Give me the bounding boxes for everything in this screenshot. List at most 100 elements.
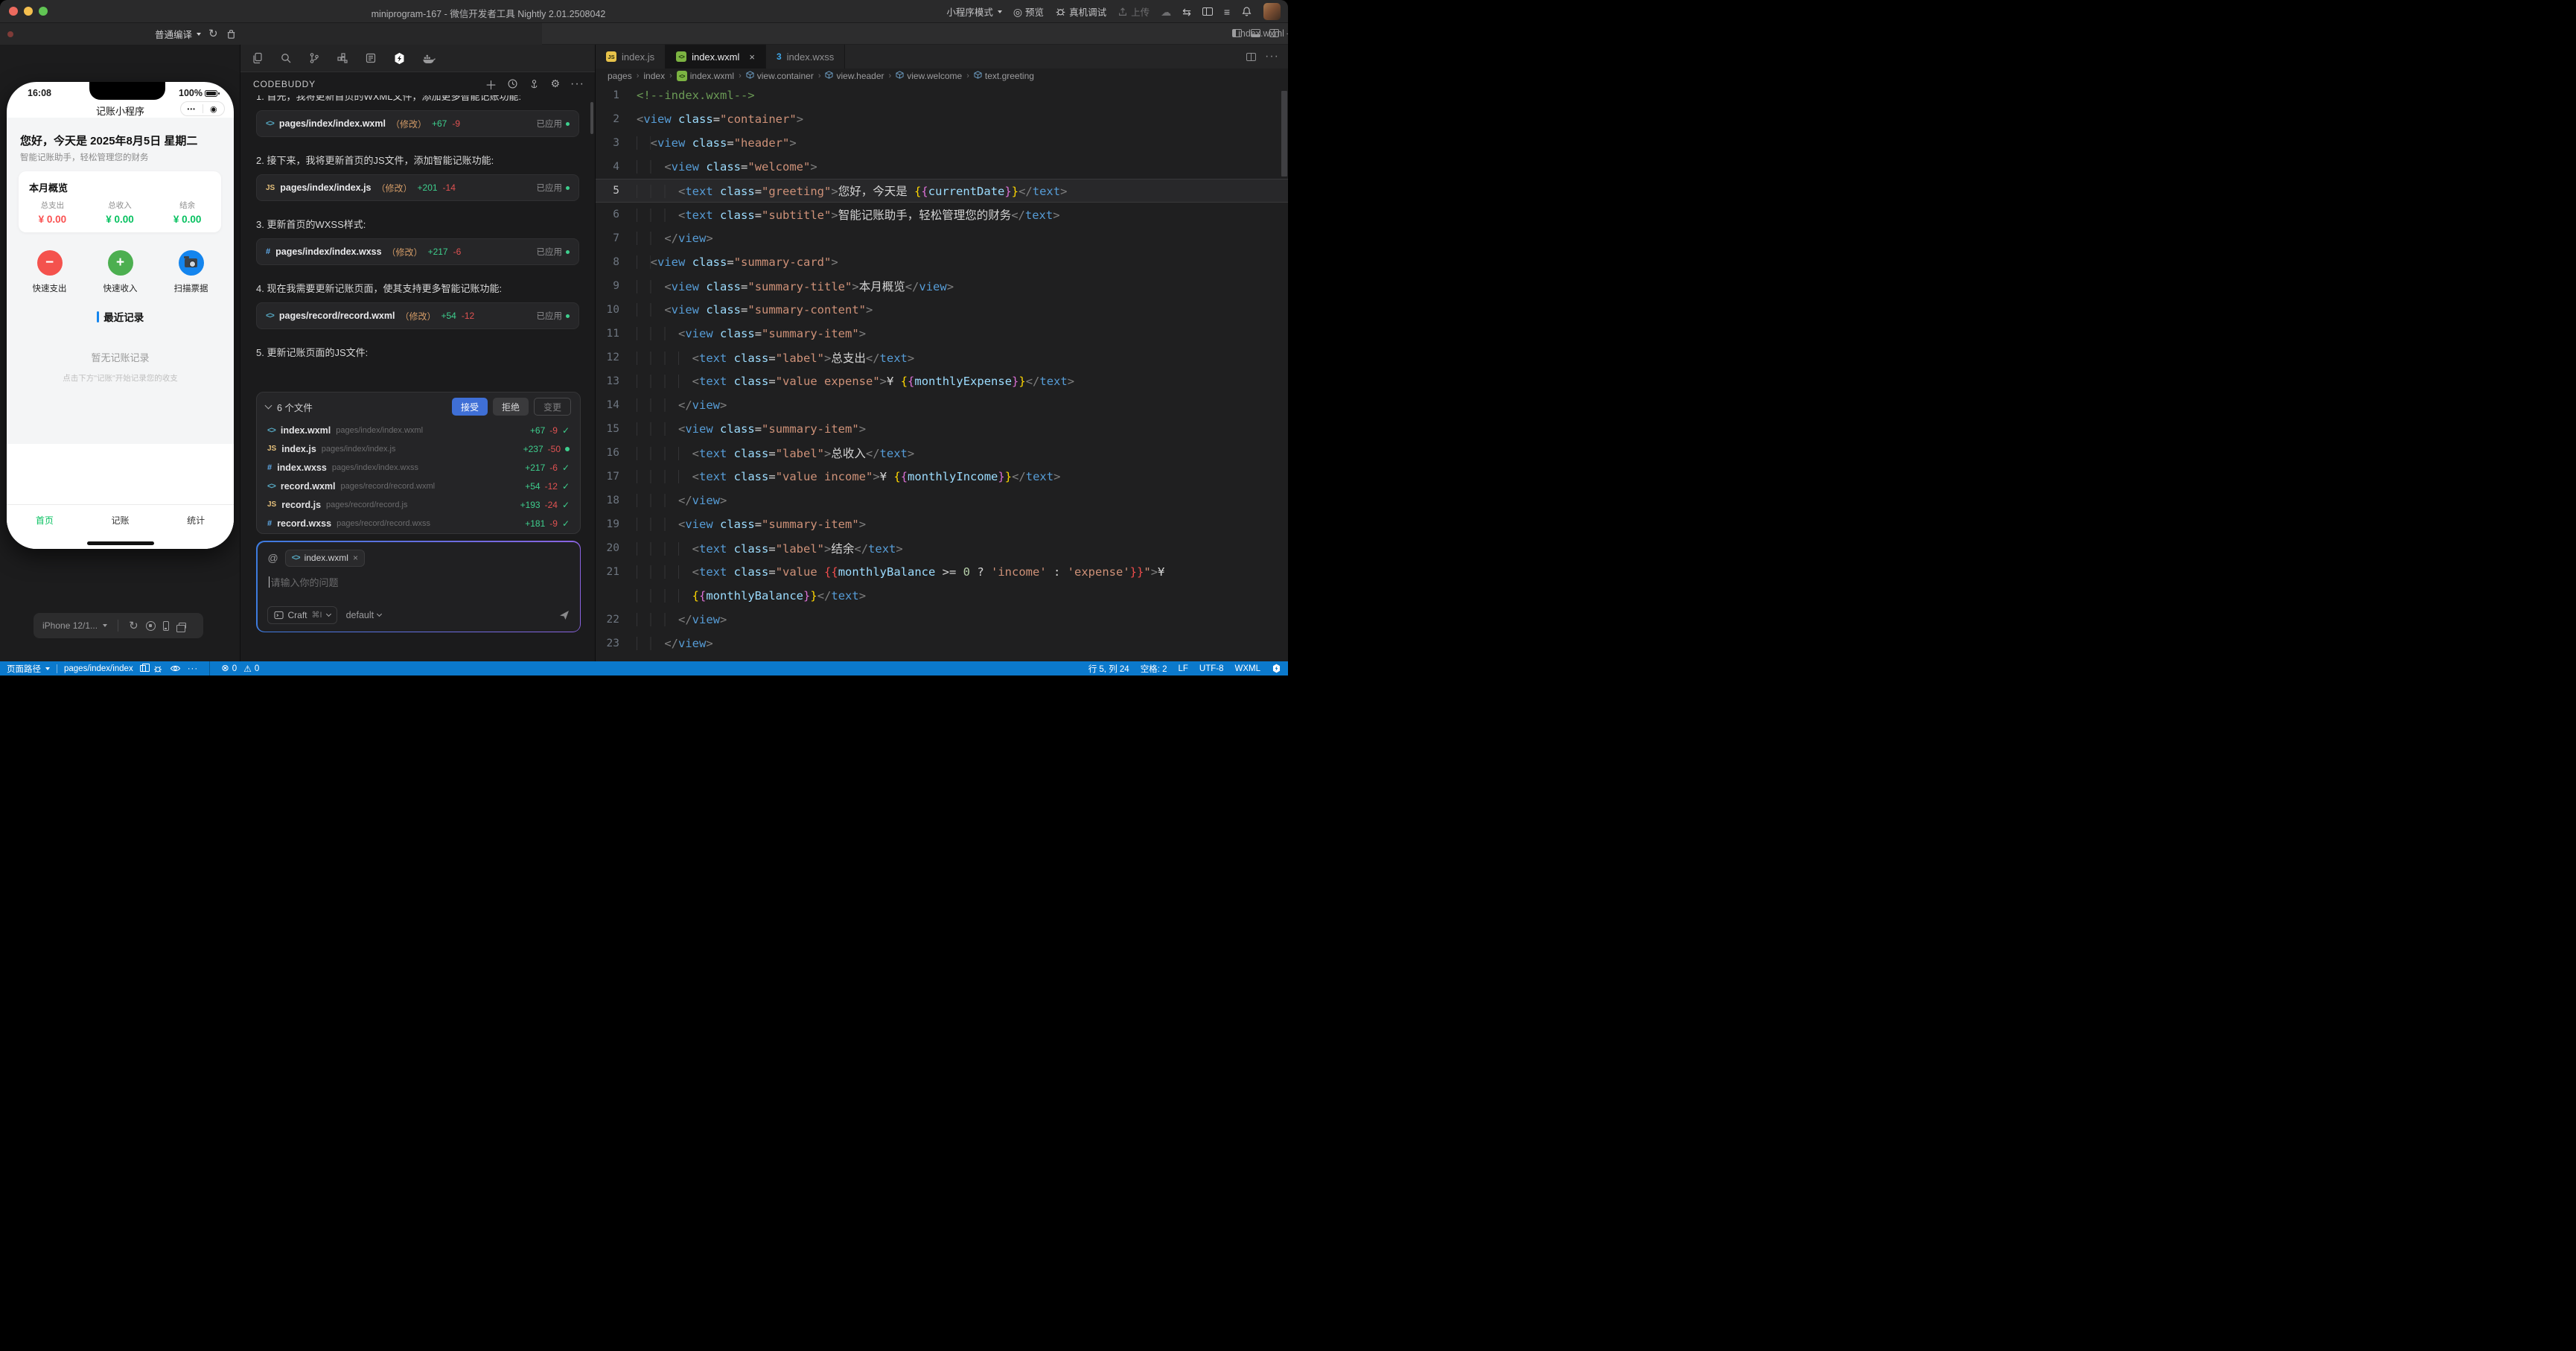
code-line[interactable]: 1<!--index.wxml--> — [596, 83, 1288, 107]
breadcrumb-item[interactable]: view.header — [825, 71, 884, 81]
breadcrumb-item[interactable]: pages — [608, 71, 632, 81]
file-change-card[interactable]: #pages/index/index.wxss（修改）+217-6已应用 — [256, 238, 579, 265]
language-mode[interactable]: WXML — [1235, 664, 1261, 673]
quick-action-expense[interactable]: −快速支出 — [26, 250, 74, 294]
file-change-card[interactable]: <>pages/index/index.wxml（修改）+67-9已应用 — [256, 110, 579, 137]
close-window-button[interactable] — [9, 7, 18, 16]
file-change-card[interactable]: JSpages/index/index.js（修改）+201-14已应用 — [256, 174, 579, 201]
new-chat-icon[interactable]: ＋ — [485, 75, 497, 93]
code-line[interactable]: 20 <text class="label">结余</text> — [596, 536, 1288, 560]
source-control-icon[interactable] — [308, 52, 320, 64]
home-indicator[interactable] — [87, 541, 154, 545]
model-selector[interactable]: Craft ⌘I — [267, 606, 337, 624]
code-line[interactable]: 6 <text class="subtitle">智能记账助手，轻松管理您的财务… — [596, 203, 1288, 226]
history-icon[interactable] — [507, 78, 518, 89]
collapse-chevron-icon[interactable] — [265, 402, 272, 410]
minimize-window-button[interactable] — [24, 7, 33, 16]
code-line[interactable]: {{monthlyBalance}}</text> — [596, 584, 1288, 608]
tab-index.wxss[interactable]: 3index.wxss — [766, 45, 845, 69]
maximize-window-button[interactable] — [39, 7, 48, 16]
breadcrumb-item[interactable]: <>index.wxml — [677, 71, 734, 81]
code-line[interactable]: 12 <text class="label">总支出</text> — [596, 346, 1288, 369]
code-line[interactable]: 11 <view class="summary-item"> — [596, 322, 1288, 346]
send-icon[interactable] — [558, 609, 570, 621]
clear-cache-icon[interactable] — [226, 28, 237, 39]
statusbar-more-icon[interactable]: ··· — [188, 664, 199, 673]
mention-at-icon[interactable]: @ — [268, 552, 278, 564]
changed-file-row[interactable]: JSrecord.jspages/record/record.js+193-24… — [257, 495, 580, 514]
code-line[interactable]: 3 <view class="header"> — [596, 131, 1288, 155]
indent-setting[interactable]: 空格: 2 — [1141, 663, 1167, 675]
changed-file-row[interactable]: <>record.wxmlpages/record/record.wxml+54… — [257, 477, 580, 495]
mode-selector[interactable]: 小程序模式 — [946, 4, 1002, 19]
copy-path-icon[interactable] — [140, 665, 146, 672]
code-line[interactable]: 21 <text class="value {{monthlyBalance >… — [596, 560, 1288, 584]
code-line[interactable]: 9 <view class="summary-title">本月概览</view… — [596, 274, 1288, 298]
editor-more-icon[interactable]: ··· — [1265, 50, 1279, 63]
page-path-selector[interactable]: 页面路径 — [7, 663, 50, 675]
tab-index.wxml[interactable]: <>index.wxml× — [666, 45, 766, 69]
code-area[interactable]: 1<!--index.wxml-->2<view class="containe… — [596, 83, 1288, 661]
rotate-device-icon[interactable]: ↻ — [129, 620, 138, 632]
changed-file-row[interactable]: #index.wxsspages/index/index.wxss+217-6✓ — [257, 458, 580, 477]
menu-icon[interactable]: ≡ — [1224, 7, 1230, 17]
extensions-icon[interactable] — [337, 52, 348, 64]
codebuddy-logo-icon[interactable] — [393, 52, 406, 65]
warnings-indicator[interactable]: ⚠0 — [243, 664, 259, 673]
errors-indicator[interactable]: ⊗0 — [221, 664, 237, 673]
chat-input[interactable]: 请输入你的问题 — [269, 575, 339, 589]
profile-selector[interactable]: default — [346, 610, 382, 620]
breadcrumb-item[interactable]: text.greeting — [974, 71, 1034, 81]
code-line[interactable]: 7 </view> — [596, 226, 1288, 250]
quick-action-income[interactable]: +快速收入 — [97, 250, 144, 294]
compile-mode-selector[interactable]: 普通编译 — [155, 27, 201, 41]
separate-window-icon[interactable] — [179, 623, 186, 629]
breadcrumb-item[interactable]: view.welcome — [896, 71, 962, 81]
accept-button[interactable]: 接受 — [452, 398, 488, 416]
upload-button[interactable]: 上传 — [1118, 4, 1150, 19]
chat-scrollbar[interactable] — [590, 102, 593, 134]
changed-file-row[interactable]: JSindex.jspages/index/index.js+237-50 — [257, 439, 580, 458]
miniprogram-capsule[interactable]: ••• ◉ — [180, 101, 225, 116]
eol-setting[interactable]: LF — [1178, 664, 1187, 673]
stop-icon[interactable] — [146, 621, 156, 631]
toggle-sidebar-icon[interactable] — [1232, 29, 1242, 37]
cursor-position[interactable]: 行 5, 列 24 — [1088, 663, 1129, 675]
search-icon[interactable] — [280, 52, 292, 64]
tab-index.js[interactable]: JSindex.js — [596, 45, 666, 69]
phone-tab-统计[interactable]: 统计 — [158, 514, 234, 527]
notifications-bell-icon[interactable] — [1241, 6, 1252, 17]
mention-chip[interactable]: <> index.wxml × — [285, 550, 365, 567]
editor-scrollbar[interactable] — [1281, 91, 1287, 177]
phone-tab-记账[interactable]: 记账 — [83, 514, 159, 527]
code-line[interactable]: 16 <text class="label">总收入</text> — [596, 441, 1288, 465]
encoding-setting[interactable]: UTF-8 — [1199, 664, 1224, 673]
user-avatar[interactable] — [1263, 3, 1281, 20]
debug-bug-icon[interactable] — [153, 664, 163, 674]
code-line[interactable]: 14 </view> — [596, 393, 1288, 417]
code-line[interactable]: 18 </view> — [596, 489, 1288, 512]
cloud-icon[interactable]: ☁ — [1161, 7, 1171, 17]
settings-gear-icon[interactable]: ⚙ — [550, 77, 560, 90]
device-frame-icon[interactable] — [163, 621, 169, 631]
layout-icon[interactable] — [1202, 7, 1213, 16]
breadcrumb-item[interactable]: view.container — [746, 71, 814, 81]
code-line[interactable]: 13 <text class="value expense">¥ {{month… — [596, 369, 1288, 393]
watch-eye-icon[interactable] — [170, 664, 181, 673]
code-line[interactable]: 4 <view class="welcome"> — [596, 155, 1288, 179]
code-line[interactable]: 17 <text class="value income">¥ {{monthl… — [596, 465, 1288, 489]
reject-button[interactable]: 拒绝 — [493, 398, 529, 416]
changed-file-row[interactable]: #record.wxsspages/record/record.wxss+181… — [257, 514, 580, 533]
explorer-files-icon[interactable] — [252, 52, 264, 64]
swap-arrows-icon[interactable]: ⇆ — [1182, 7, 1191, 17]
code-line[interactable]: 2<view class="container"> — [596, 107, 1288, 131]
phone-tab-首页[interactable]: 首页 — [7, 514, 83, 527]
simulator-close-button[interactable] — [7, 31, 13, 37]
device-selector[interactable]: iPhone 12/1... — [42, 620, 107, 631]
changed-file-row[interactable]: <>index.wxmlpages/index/index.wxml+67-9✓ — [257, 421, 580, 439]
code-line[interactable]: 10 <view class="summary-content"> — [596, 298, 1288, 322]
codebuddy-status-icon[interactable] — [1272, 664, 1281, 673]
code-line[interactable]: 15 <view class="summary-item"> — [596, 417, 1288, 441]
recompile-icon[interactable]: ↻ — [208, 28, 218, 39]
docker-icon[interactable] — [422, 53, 436, 64]
